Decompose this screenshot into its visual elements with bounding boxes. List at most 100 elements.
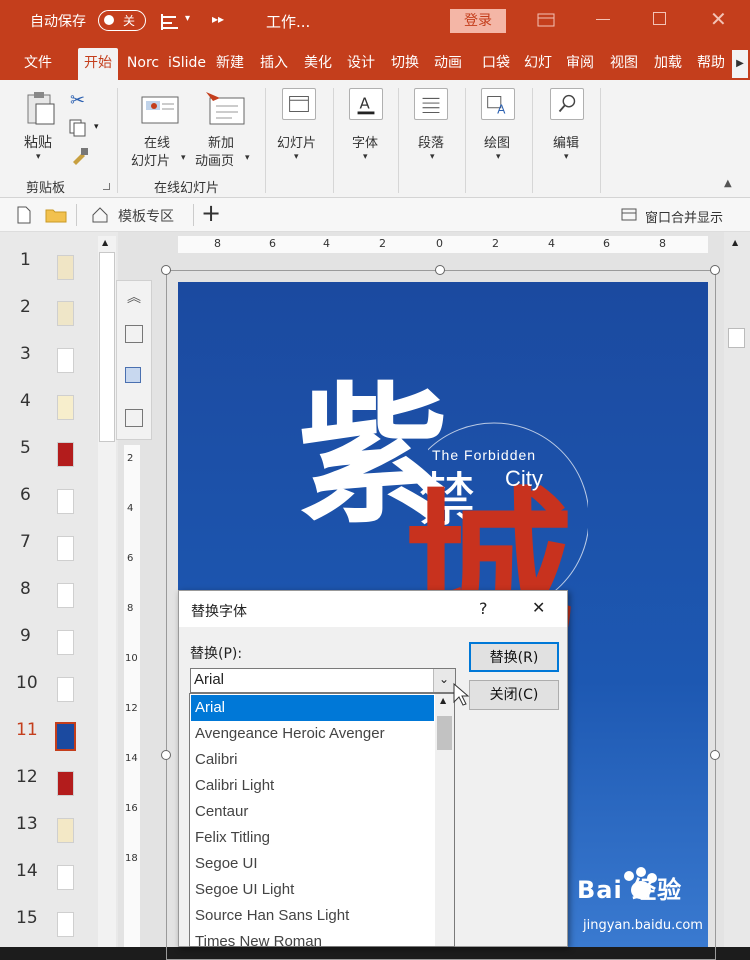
resize-handle[interactable] xyxy=(710,265,720,275)
slides-dropdown-icon[interactable]: ▾ xyxy=(294,152,299,162)
tab-islide[interactable]: iSlide xyxy=(167,48,207,80)
font-option-selected[interactable]: Arial xyxy=(191,695,434,721)
maximize-icon[interactable] xyxy=(653,12,666,25)
search-icon[interactable] xyxy=(550,88,584,120)
tab-beautify[interactable]: 美化 xyxy=(298,48,338,80)
slide-thumbnail[interactable] xyxy=(57,255,74,280)
tab-design[interactable]: 设计 xyxy=(341,48,381,80)
more-commands-icon[interactable]: ▸▸ xyxy=(212,12,224,26)
slide-thumbnail[interactable] xyxy=(57,630,74,655)
tab-scroll-right[interactable]: ▶ xyxy=(732,50,748,78)
scroll-up-icon[interactable]: ▲ xyxy=(732,238,738,247)
online-slides-label-1[interactable]: 在线 xyxy=(144,132,170,151)
font-option[interactable]: Felix Titling xyxy=(191,825,434,851)
scroll-up-icon[interactable]: ▲ xyxy=(102,238,108,247)
tab-animation[interactable]: 动画 xyxy=(428,48,468,80)
tab-help[interactable]: 帮助 xyxy=(692,48,730,80)
editing-label[interactable]: 编辑 xyxy=(553,132,579,151)
resize-icon[interactable] xyxy=(125,409,143,427)
font-option[interactable]: Times New Roman xyxy=(191,929,434,955)
scroll-up-icon[interactable]: ▲ xyxy=(440,696,446,705)
font-option[interactable]: Segoe UI xyxy=(191,851,434,877)
scroll-thumb[interactable] xyxy=(99,252,115,442)
layers-icon[interactable] xyxy=(125,367,141,383)
new-animation-label-2[interactable]: 动画页 xyxy=(195,150,234,169)
tab-pocket[interactable]: 口袋 xyxy=(476,48,516,80)
drawing-label[interactable]: 绘图 xyxy=(484,132,510,151)
tab-home[interactable]: 开始 xyxy=(78,48,118,80)
font-option[interactable]: Segoe UI Light xyxy=(191,877,434,903)
resize-handle[interactable] xyxy=(161,265,171,275)
panel-scrollbar[interactable]: ▲ xyxy=(98,236,116,947)
copy-icon[interactable] xyxy=(68,118,88,138)
format-painter-icon[interactable] xyxy=(70,146,90,166)
help-icon[interactable]: ? xyxy=(479,599,488,618)
font-option[interactable]: Avengeance Heroic Avenger xyxy=(191,721,434,747)
tab-insert[interactable]: 插入 xyxy=(254,48,294,80)
tab-addins[interactable]: 加载 xyxy=(648,48,688,80)
font-combobox[interactable]: Arial ⌄ xyxy=(190,668,456,693)
font-option[interactable]: Centaur xyxy=(191,799,434,825)
clipboard-launcher-icon[interactable] xyxy=(103,183,110,190)
resize-handle[interactable] xyxy=(435,265,445,275)
template-zone-tab[interactable]: 模板专区 xyxy=(118,206,174,226)
close-window-icon[interactable]: ✕ xyxy=(710,7,727,31)
font-option[interactable]: Calibri Light xyxy=(191,773,434,799)
autosave-toggle[interactable]: 关 xyxy=(98,10,146,31)
paste-dropdown-icon[interactable]: ▾ xyxy=(36,152,41,162)
font-icon[interactable]: A xyxy=(349,88,383,120)
close-button[interactable]: 关闭(C) xyxy=(469,680,559,710)
font-dropdown-icon[interactable]: ▾ xyxy=(363,152,368,162)
replace-button[interactable]: 替换(R) xyxy=(469,642,559,672)
slide-thumbnail[interactable] xyxy=(57,865,74,890)
tab-new[interactable]: 新建 xyxy=(210,48,250,80)
online-slides-label-2[interactable]: 幻灯片 xyxy=(131,150,170,169)
slides-label[interactable]: 幻灯片 xyxy=(277,132,316,151)
window-merge-icon[interactable] xyxy=(621,208,637,221)
drawing-dropdown-icon[interactable]: ▾ xyxy=(496,152,501,162)
paste-label[interactable]: 粘贴 xyxy=(24,132,52,152)
font-label[interactable]: 字体 xyxy=(352,132,378,151)
tab-slideshow[interactable]: 幻灯 xyxy=(519,48,557,80)
collapse-ribbon-icon[interactable]: ▲ xyxy=(724,178,732,189)
slide-thumbnail[interactable] xyxy=(57,677,74,702)
slide-thumbnail[interactable] xyxy=(57,771,74,796)
drawing-icon[interactable]: A xyxy=(481,88,515,120)
slides-icon[interactable] xyxy=(282,88,316,120)
resize-handle[interactable] xyxy=(710,750,720,760)
paragraph-icon[interactable] xyxy=(414,88,448,120)
font-combobox-value[interactable]: Arial xyxy=(194,671,224,688)
cut-icon[interactable]: ✂ xyxy=(70,90,85,111)
slide-thumbnail[interactable] xyxy=(57,818,74,843)
slide-thumbnail[interactable] xyxy=(57,395,74,420)
new-animation-label-1[interactable]: 新加 xyxy=(208,132,234,151)
collapse-up-icon[interactable]: ︽ xyxy=(127,287,141,307)
minimize-icon[interactable] xyxy=(596,19,610,20)
online-slides-icon[interactable] xyxy=(140,94,180,128)
font-option[interactable]: Source Han Sans Light xyxy=(191,903,434,929)
font-option[interactable]: Calibri xyxy=(191,747,434,773)
tab-review[interactable]: 审阅 xyxy=(561,48,599,80)
new-animation-dropdown-icon[interactable]: ▾ xyxy=(245,153,250,163)
tab-file[interactable]: 文件 xyxy=(18,48,58,80)
dropdown-arrow-icon[interactable]: ▾ xyxy=(185,13,190,24)
slide-thumbnail[interactable] xyxy=(57,536,74,561)
slide-thumbnail-selected[interactable] xyxy=(55,722,76,751)
window-merge-label[interactable]: 窗口合并显示 xyxy=(645,207,723,226)
tab-view[interactable]: 视图 xyxy=(604,48,644,80)
paste-icon[interactable] xyxy=(22,90,58,126)
login-button[interactable]: 登录 xyxy=(450,9,506,33)
add-tab-icon[interactable]: + xyxy=(201,199,221,227)
paragraph-dropdown-icon[interactable]: ▾ xyxy=(430,152,435,162)
slide-thumbnail[interactable] xyxy=(57,442,74,467)
layout-icon[interactable] xyxy=(160,12,182,32)
list-scrollbar[interactable]: ▲ xyxy=(435,694,454,946)
paragraph-label[interactable]: 段落 xyxy=(418,132,444,151)
close-icon[interactable]: ✕ xyxy=(532,598,545,617)
resize-handle[interactable] xyxy=(161,750,171,760)
tab-norc[interactable]: Norc xyxy=(124,48,162,80)
editing-dropdown-icon[interactable]: ▾ xyxy=(564,152,569,162)
folder-icon[interactable] xyxy=(45,207,67,223)
slide-thumbnail[interactable] xyxy=(57,583,74,608)
copy-dropdown-icon[interactable]: ▾ xyxy=(94,122,99,132)
